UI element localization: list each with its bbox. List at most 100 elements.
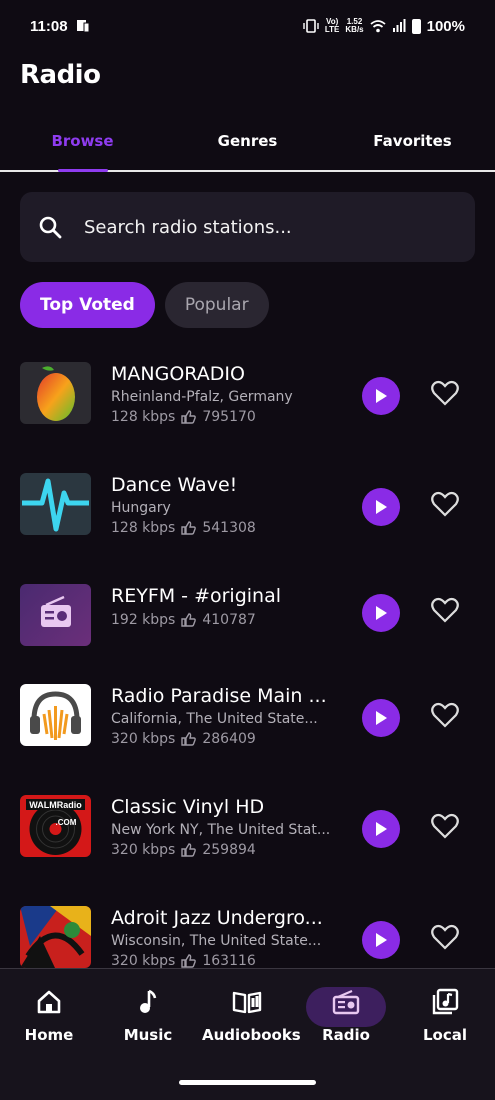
station-votes: 286409 xyxy=(202,731,256,747)
nav-home-label: Home xyxy=(24,1026,74,1044)
status-bar: 11:08 Vo) LTE 1.52 KB/s 100% xyxy=(0,0,495,52)
station-item[interactable]: REYFM - #original 192 kbps 410787 xyxy=(0,562,495,672)
notification-icon xyxy=(76,20,90,33)
radio-icon xyxy=(332,989,360,1015)
network-speed: 1.52 KB/s xyxy=(345,17,364,34)
station-bitrate: 320 kbps xyxy=(111,731,176,747)
play-button[interactable] xyxy=(362,377,400,415)
favorite-heart-icon[interactable] xyxy=(431,597,459,623)
play-button[interactable] xyxy=(362,594,400,632)
station-item[interactable]: Adroit Jazz Undergro... Wisconsin, The U… xyxy=(0,884,495,968)
station-votes: 259894 xyxy=(202,842,256,858)
station-meta: 128 kbps 795170 xyxy=(111,407,333,427)
station-location: New York NY, The United Stat... xyxy=(111,822,331,838)
station-name: Classic Vinyl HD xyxy=(111,796,265,818)
station-name: Dance Wave! xyxy=(111,474,238,496)
station-meta: 128 kbps 541308 xyxy=(111,518,333,538)
station-name: Radio Paradise Main ... xyxy=(111,685,327,707)
search-input[interactable]: Search radio stations... xyxy=(84,217,292,238)
station-item[interactable]: MANGORADIO Rheinland-Pfalz, Germany 128 … xyxy=(0,340,495,450)
filter-top-voted[interactable]: Top Voted xyxy=(20,282,155,328)
station-item[interactable]: Radio Paradise Main ... California, The … xyxy=(0,662,495,772)
station-list: MANGORADIO Rheinland-Pfalz, Germany 128 … xyxy=(0,340,495,968)
search-bar[interactable]: Search radio stations... xyxy=(20,192,475,262)
vinyl-logo-icon: WALMRadio .COM xyxy=(26,799,85,855)
tab-favorites[interactable]: Favorites xyxy=(330,120,495,170)
thumbs-up-icon xyxy=(181,954,197,968)
filter-chips: Top Voted Popular xyxy=(20,282,269,328)
station-name: REYFM - #original xyxy=(111,585,282,607)
home-indicator xyxy=(179,1080,316,1085)
station-votes: 163116 xyxy=(202,953,256,968)
play-button[interactable] xyxy=(362,699,400,737)
filter-popular[interactable]: Popular xyxy=(164,282,269,328)
wifi-icon xyxy=(370,19,386,32)
favorite-heart-icon[interactable] xyxy=(431,702,459,728)
radio-placeholder-icon xyxy=(41,595,71,627)
nav-music[interactable]: Music xyxy=(103,986,193,1044)
nav-home[interactable]: Home xyxy=(4,986,94,1044)
play-button[interactable] xyxy=(362,921,400,959)
status-time: 11:08 xyxy=(30,17,68,35)
tab-browse[interactable]: Browse xyxy=(0,120,165,170)
station-logo xyxy=(20,684,91,746)
vibrate-icon xyxy=(303,19,319,33)
station-votes: 795170 xyxy=(202,409,256,425)
station-logo xyxy=(20,906,91,968)
nav-local-label: Local xyxy=(422,1026,468,1044)
station-location: Wisconsin, The United State... xyxy=(111,933,322,949)
page-title: Radio xyxy=(20,60,101,90)
headphones-logo-icon xyxy=(30,691,81,740)
play-icon xyxy=(376,500,387,514)
play-icon xyxy=(376,711,387,725)
favorite-heart-icon[interactable] xyxy=(431,491,459,517)
thumbs-up-icon xyxy=(181,410,197,424)
nav-music-label: Music xyxy=(123,1026,173,1044)
station-votes: 410787 xyxy=(202,612,256,628)
mango-logo-icon xyxy=(37,366,75,421)
thumbs-up-icon xyxy=(181,521,197,535)
station-location: California, The United State... xyxy=(111,711,318,727)
thumbs-up-icon xyxy=(181,732,197,746)
favorite-heart-icon[interactable] xyxy=(431,924,459,950)
station-location: Hungary xyxy=(111,500,171,516)
station-name: Adroit Jazz Undergro... xyxy=(111,907,323,929)
nav-local[interactable]: Local xyxy=(400,986,490,1044)
battery-percent: 100% xyxy=(426,17,465,35)
favorite-heart-icon[interactable] xyxy=(431,380,459,406)
nav-audiobooks[interactable]: Audiobooks xyxy=(202,986,301,1044)
station-meta: 320 kbps 259894 xyxy=(111,840,333,860)
station-logo xyxy=(20,362,91,424)
nav-radio-label: Radio xyxy=(322,1026,370,1044)
station-bitrate: 192 kbps xyxy=(111,612,176,628)
station-bitrate: 128 kbps xyxy=(111,520,176,536)
station-bitrate: 320 kbps xyxy=(111,953,176,968)
play-icon xyxy=(376,822,387,836)
jazz-art-icon xyxy=(20,906,91,968)
network-type: Vo) LTE xyxy=(324,17,340,34)
station-bitrate: 320 kbps xyxy=(111,842,176,858)
nav-radio[interactable]: Radio xyxy=(301,986,391,1044)
station-item[interactable]: Dance Wave! Hungary 128 kbps 541308 xyxy=(0,451,495,561)
music-note-icon xyxy=(140,989,157,1013)
vinyl-logo-text: WALMRadio xyxy=(29,800,82,810)
nav-audiobooks-label: Audiobooks xyxy=(202,1026,301,1044)
search-icon xyxy=(39,216,62,239)
station-meta: 320 kbps 163116 xyxy=(111,951,333,968)
station-item[interactable]: WALMRadio .COM Classic Vinyl HD New York… xyxy=(0,773,495,883)
station-location: Rheinland-Pfalz, Germany xyxy=(111,389,293,405)
signal-icon xyxy=(392,19,406,32)
tab-genres[interactable]: Genres xyxy=(165,120,330,170)
play-icon xyxy=(376,606,387,620)
play-button[interactable] xyxy=(362,810,400,848)
station-name: MANGORADIO xyxy=(111,363,245,385)
home-icon xyxy=(37,990,61,1014)
play-button[interactable] xyxy=(362,488,400,526)
station-meta: 192 kbps 410787 xyxy=(111,610,333,630)
play-icon xyxy=(376,933,387,947)
vinyl-logo-text-2: .COM xyxy=(56,818,77,827)
favorite-heart-icon[interactable] xyxy=(431,813,459,839)
music-library-icon xyxy=(432,988,459,1015)
thumbs-up-icon xyxy=(181,843,197,857)
station-logo: WALMRadio .COM xyxy=(20,795,91,857)
